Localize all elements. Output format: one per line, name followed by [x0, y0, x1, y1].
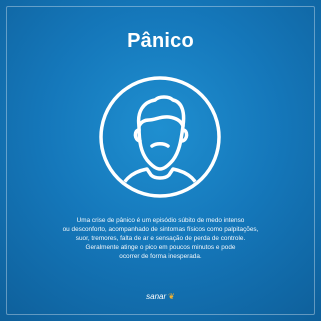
page-title: Pânico: [127, 30, 194, 52]
description-line: ocorrer de forma inesperada.: [119, 253, 202, 260]
description: Uma crise de pânico é um episódio súbito…: [44, 216, 277, 261]
leaf-icon: ❦: [168, 292, 175, 301]
brand-logo-text: sanar: [146, 292, 167, 301]
description-line: suor, tremores, falta de ar e sensação d…: [75, 235, 246, 242]
description-line: ou desconforto, acompanhado de sintomas …: [62, 226, 259, 233]
man-bearded-avatar-icon: [99, 76, 221, 198]
info-card: Pânico Uma crise de pânico é um episódio…: [0, 0, 321, 321]
brand-logo: sanar ❦: [0, 292, 321, 301]
description-line: Uma crise de pânico é um episódio súbito…: [76, 217, 245, 224]
description-line: Geralmente atinge o pico em poucos minut…: [85, 244, 236, 251]
